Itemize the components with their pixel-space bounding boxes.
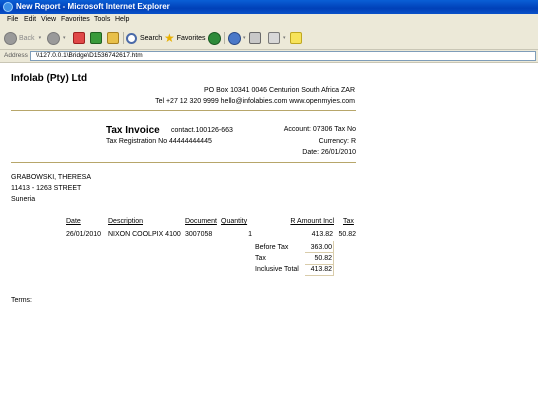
company-address: PO Box 10341 0046 Centurion South Africa… — [204, 87, 355, 94]
col-header-amount: R Amount Incl — [290, 218, 334, 225]
address-url: \\127.0.0.1\Bridge\D1536742617.htm — [36, 52, 143, 59]
address-bar: Address \\127.0.0.1\Bridge\D1536742617.h… — [0, 50, 538, 63]
print-button[interactable] — [249, 30, 261, 46]
currency: Currency: R — [318, 138, 356, 145]
company-contact: Tel +27 12 320 9999 hello@infolabies.com… — [155, 98, 355, 105]
col-header-date: Date — [66, 218, 81, 225]
before-tax-value: 363.00 — [310, 244, 332, 251]
edit-button[interactable]: ▾ — [268, 30, 286, 46]
window-title-bar[interactable]: New Report - Microsoft Internet Explorer — [0, 0, 538, 14]
forward-button[interactable]: ▾ — [47, 30, 66, 46]
mail-icon — [228, 31, 241, 45]
toolbar: Back ▾ ▾ Search ★ Favorites ▾ ▾ — [0, 27, 538, 50]
media-icon — [208, 31, 221, 45]
forward-dropdown-icon[interactable]: ▾ — [63, 35, 66, 41]
contact-reference: contact.100126-663 — [171, 127, 233, 134]
star-icon: ★ — [164, 31, 175, 45]
col-header-description: Description — [108, 218, 144, 225]
mail-dropdown-icon[interactable]: ▾ — [243, 35, 246, 41]
header-divider — [11, 110, 356, 111]
refresh-icon — [90, 32, 102, 44]
back-arrow-icon — [4, 31, 17, 45]
refresh-button[interactable] — [90, 30, 102, 46]
menu-favorites[interactable]: Favorites — [61, 16, 90, 23]
col-header-quantity: Quantity — [221, 218, 248, 225]
forward-arrow-icon — [47, 31, 60, 45]
menu-bar: File Edit View Favorites Tools Help — [0, 14, 538, 28]
stop-button[interactable] — [73, 30, 85, 46]
menu-tools[interactable]: Tools — [94, 16, 110, 23]
terms-label: Terms: — [11, 297, 32, 304]
invoice-date: Date: 26/01/2010 — [302, 149, 356, 156]
page-content: Infolab (Pty) Ltd PO Box 10341 0046 Cent… — [0, 63, 538, 402]
search-icon — [126, 32, 137, 44]
mail-button[interactable]: ▾ — [228, 30, 246, 46]
home-icon — [107, 32, 119, 44]
notes-icon — [290, 32, 302, 44]
account-number: Account: 07306 Tax No — [283, 126, 356, 133]
back-dropdown-icon[interactable]: ▾ — [39, 35, 42, 41]
favorites-button[interactable]: ★ Favorites — [164, 30, 206, 46]
menu-edit[interactable]: Edit — [24, 16, 36, 23]
media-button[interactable] — [208, 30, 221, 46]
col-header-document: Document — [185, 218, 217, 225]
company-name: Infolab (Pty) Ltd — [11, 73, 88, 84]
row-tax: 50.82 — [338, 231, 356, 238]
address-label: Address — [4, 52, 28, 59]
row-amount: 413.82 — [311, 231, 333, 238]
invoice-divider — [11, 162, 356, 163]
edit-dropdown-icon[interactable]: ▾ — [283, 35, 286, 41]
stop-icon — [73, 32, 85, 44]
edit-icon — [268, 32, 280, 44]
menu-help[interactable]: Help — [115, 16, 129, 23]
window-title: New Report - Microsoft Internet Explorer — [16, 2, 170, 11]
row-date: 26/01/2010 — [66, 231, 102, 238]
row-document: 3007058 — [185, 231, 213, 238]
ie-logo-icon — [3, 2, 13, 12]
notes-button[interactable] — [290, 30, 302, 46]
inclusive-total-value: 413.82 — [310, 266, 332, 273]
menu-view[interactable]: View — [41, 16, 56, 23]
row-description: NIXON COOLPIX 4100 — [108, 231, 181, 238]
print-icon — [249, 32, 261, 44]
home-button[interactable] — [107, 30, 119, 46]
invoice-title: Tax Invoice — [106, 125, 160, 136]
inclusive-total-label: Inclusive Total — [255, 266, 299, 273]
row-quantity: 1 — [248, 231, 252, 238]
customer-name: GRABOWSKI, THERESA — [11, 174, 91, 181]
search-button[interactable]: Search — [126, 30, 162, 46]
tax-label: Tax — [255, 255, 266, 262]
tax-value: 50.82 — [314, 255, 332, 262]
before-tax-label: Before Tax — [255, 244, 289, 251]
back-button[interactable]: Back ▾ — [4, 30, 41, 46]
customer-street: 11413 - 1263 STREET — [11, 185, 82, 192]
menu-file[interactable]: File — [7, 16, 18, 23]
customer-suburb: Suneria — [11, 196, 36, 203]
col-header-tax: Tax — [343, 218, 354, 225]
tax-registration: Tax Registration No 44444444445 — [106, 138, 212, 145]
